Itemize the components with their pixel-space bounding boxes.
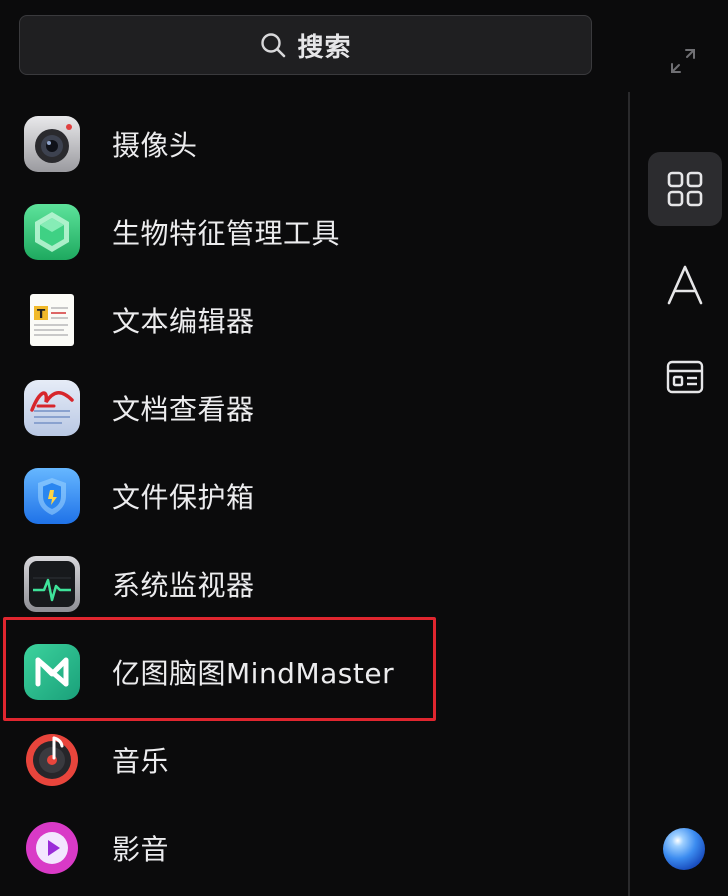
app-label: 文档查看器 [112, 393, 255, 426]
app-item-file-vault[interactable]: 文件保护箱 [0, 452, 628, 540]
app-label: 音乐 [112, 745, 170, 778]
file-vault-icon [24, 468, 80, 524]
app-label: 生物特征管理工具 [112, 217, 341, 250]
video-icon [24, 820, 80, 876]
app-label: 摄像头 [112, 129, 198, 162]
app-item-biometric[interactable]: 生物特征管理工具 [0, 188, 628, 276]
svg-text:T: T [37, 307, 46, 321]
search-label: 搜索 [297, 32, 352, 63]
music-icon [24, 732, 80, 788]
assistant-orb-icon[interactable] [663, 828, 705, 870]
category-view-button[interactable] [648, 340, 722, 414]
text-editor-icon: T [24, 292, 80, 348]
category-view-icon [666, 360, 704, 394]
app-item-music[interactable]: 音乐 [0, 716, 628, 804]
document-viewer-icon [24, 380, 80, 436]
alphabet-sort-icon [667, 265, 703, 305]
grid-view-icon [667, 171, 703, 207]
app-item-system-monitor[interactable]: 系统监视器 [0, 540, 628, 628]
app-label: 影音 [112, 833, 170, 866]
app-item-video[interactable]: 影音 [0, 804, 628, 892]
selection-highlight [3, 617, 436, 721]
panel-divider [628, 92, 630, 896]
app-item-camera[interactable]: 摄像头 [0, 100, 628, 188]
app-label: 文本编辑器 [112, 305, 255, 338]
system-monitor-icon [24, 556, 80, 612]
search-box[interactable]: 搜索 [19, 15, 592, 75]
alphabet-sort-button[interactable] [648, 248, 722, 322]
app-item-text-editor[interactable]: T 文本编辑器 [0, 276, 628, 364]
biometric-icon [24, 204, 80, 260]
app-label: 文件保护箱 [112, 481, 255, 514]
grid-view-button[interactable] [648, 152, 722, 226]
expand-icon[interactable] [668, 46, 698, 76]
app-label: 系统监视器 [112, 569, 255, 602]
app-item-document-viewer[interactable]: 文档查看器 [0, 364, 628, 452]
camera-icon [24, 116, 80, 172]
search-icon [261, 33, 286, 58]
